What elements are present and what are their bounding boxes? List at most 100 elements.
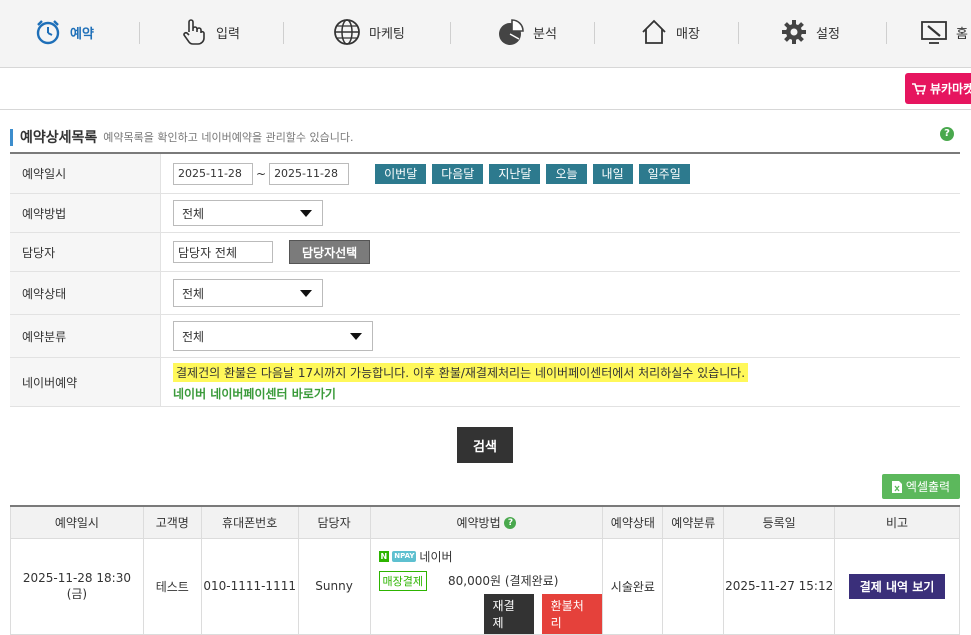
- chevron-down-icon: [350, 332, 362, 340]
- date-from-input[interactable]: [173, 162, 253, 185]
- select-value: 전체: [182, 206, 205, 221]
- column-header-label: 예약방법: [456, 515, 501, 530]
- quick-tomorrow-button[interactable]: 내일: [592, 163, 633, 184]
- table-row[interactable]: 2025-11-28 18:30 (금) 테스트 010-1111-1111 S…: [10, 537, 960, 635]
- naver-pay-center-link[interactable]: 네이버 네이버페이센터 바로가기: [173, 385, 336, 402]
- filter-row-category: 예약분류 전체: [10, 315, 960, 358]
- select-value: 전체: [182, 286, 205, 301]
- nav-label: 설정: [816, 26, 840, 42]
- method-select[interactable]: 전체: [173, 200, 323, 226]
- staff-select-button[interactable]: 담당자선택: [289, 240, 371, 264]
- filter-value: 결제건의 환불은 다음날 17시까지 가능합니다. 이후 환불/재결제처리는 네…: [161, 358, 960, 406]
- filter-row-status: 예약상태 전체: [10, 272, 960, 315]
- filter-label: 예약분류: [10, 315, 161, 357]
- nav-item-reservation[interactable]: 예약: [34, 14, 94, 50]
- method-actions: 재결제 환불처리: [379, 593, 603, 634]
- nav-item-input[interactable]: 입력: [180, 14, 240, 50]
- chevron-down-icon: [300, 289, 312, 297]
- payment-history-button[interactable]: 결제 내역 보기: [848, 573, 946, 599]
- column-header[interactable]: 예약상태: [602, 505, 664, 539]
- column-header[interactable]: 예약분류: [662, 505, 725, 539]
- filter-value: 전체: [161, 194, 960, 232]
- help-icon[interactable]: ?: [504, 517, 517, 530]
- cell-datetime: 2025-11-28 18:30 (금): [10, 537, 144, 635]
- alarm-clock-icon: [36, 20, 60, 45]
- cell-method: N NPAY 네이버 매장결제 80,000원 (결제완료) 재결제 환불처리: [369, 537, 604, 635]
- refund-button[interactable]: 환불처리: [541, 593, 603, 634]
- nav-item-marketing[interactable]: 마케팅: [333, 14, 405, 50]
- nav-item-settings[interactable]: 설정: [780, 14, 840, 50]
- quick-week-button[interactable]: 일주일: [638, 163, 690, 184]
- repay-button[interactable]: 재결제: [483, 593, 534, 634]
- store-payment-badge: 매장결제: [378, 570, 428, 591]
- date-range-separator: ~: [256, 166, 267, 181]
- title-accent-bar: [10, 128, 13, 146]
- nav-label: 분석: [533, 26, 557, 42]
- shop-label: 뷰카마켓: [930, 82, 971, 96]
- pie-chart-icon: [499, 19, 524, 45]
- cell-phone: 010-1111-1111: [200, 537, 299, 635]
- reservation-table: 예약일시 고객명 휴대폰번호 담당자 예약방법 ? 예약상태 예약분류 등록일 …: [10, 505, 960, 635]
- column-header-method[interactable]: 예약방법 ?: [369, 505, 604, 539]
- column-header[interactable]: 등록일: [723, 505, 836, 539]
- column-header[interactable]: 비고: [834, 505, 960, 539]
- filter-label: 네이버예약: [10, 358, 161, 406]
- category-select[interactable]: 전체: [173, 321, 373, 351]
- filter-label: 예약일시: [10, 154, 161, 193]
- filter-value: ~ 이번달 다음달 지난달 오늘 내일 일주일: [161, 154, 960, 193]
- filter-form: 예약일시 ~ 이번달 다음달 지난달 오늘 내일 일주일 예약방법 전체 담당자: [10, 152, 960, 407]
- shop-button[interactable]: 뷰카마켓: [905, 73, 971, 104]
- filter-row-method: 예약방법 전체: [10, 194, 960, 233]
- cell-customer[interactable]: 테스트: [142, 537, 202, 635]
- method-source-line: N NPAY 네이버: [378, 548, 603, 565]
- search-button[interactable]: 검색: [457, 427, 513, 463]
- staff-input[interactable]: [173, 241, 273, 263]
- excel-label: 엑셀출력: [905, 480, 951, 494]
- quick-today-button[interactable]: 오늘: [546, 163, 587, 184]
- section-header: 예약상세목록 예약목록을 확인하고 네이버예약을 관리할수 있습니다.: [10, 127, 354, 147]
- cell-action: 결제 내역 보기: [834, 537, 960, 635]
- pointer-hand-icon: [183, 19, 205, 45]
- filter-row-staff: 담당자 담당자선택: [10, 233, 960, 272]
- nav-item-store[interactable]: 매장: [640, 14, 700, 50]
- table-header-row: 예약일시 고객명 휴대폰번호 담당자 예약방법 ? 예약상태 예약분류 등록일 …: [10, 505, 960, 539]
- cart-icon: [912, 82, 926, 95]
- cell-staff: Sunny: [297, 537, 371, 635]
- house-icon: [642, 19, 666, 44]
- naver-badge: N: [378, 550, 390, 562]
- column-header[interactable]: 예약일시: [10, 505, 144, 539]
- help-icon[interactable]: ?: [940, 127, 954, 141]
- filter-row-naver: 네이버예약 결제건의 환불은 다음날 17시까지 가능합니다. 이후 환불/재결…: [10, 358, 960, 407]
- nav-divider: [283, 22, 284, 44]
- chevron-down-icon: [300, 209, 312, 217]
- nav-label: 홈: [956, 26, 968, 42]
- quick-next-month-button[interactable]: 다음달: [432, 163, 484, 184]
- filter-value: 전체: [161, 315, 960, 357]
- filter-label: 예약상태: [10, 272, 161, 314]
- quick-this-month-button[interactable]: 이번달: [375, 163, 427, 184]
- nav-item-home[interactable]: 홈: [920, 14, 968, 50]
- refund-notice: 결제건의 환불은 다음날 17시까지 가능합니다. 이후 환불/재결제처리는 네…: [173, 362, 749, 382]
- page-title: 예약상세목록: [20, 130, 98, 146]
- cell-registered: 2025-11-27 15:12: [723, 537, 836, 635]
- date-to-input[interactable]: [269, 162, 350, 185]
- nav-label: 마케팅: [369, 26, 405, 42]
- cell-category: [662, 537, 725, 635]
- nav-label: 매장: [676, 26, 700, 42]
- method-payment-line: 매장결제 80,000원 (결제완료): [378, 570, 603, 591]
- excel-export-button[interactable]: 엑셀출력: [882, 474, 960, 499]
- filter-value: 담당자선택: [161, 233, 960, 271]
- nav-label: 입력: [216, 26, 240, 42]
- filter-label: 담당자: [10, 233, 161, 271]
- filter-value: 전체: [161, 272, 960, 314]
- globe-icon: [334, 19, 360, 45]
- column-header[interactable]: 담당자: [297, 505, 371, 539]
- column-header[interactable]: 고객명: [142, 505, 202, 539]
- select-value: 전체: [182, 329, 205, 344]
- npay-badge: NPAY: [392, 550, 417, 562]
- file-icon: [891, 480, 902, 493]
- nav-item-analysis[interactable]: 분석: [497, 14, 557, 50]
- column-header[interactable]: 휴대폰번호: [200, 505, 299, 539]
- quick-last-month-button[interactable]: 지난달: [489, 163, 541, 184]
- status-select[interactable]: 전체: [173, 279, 323, 307]
